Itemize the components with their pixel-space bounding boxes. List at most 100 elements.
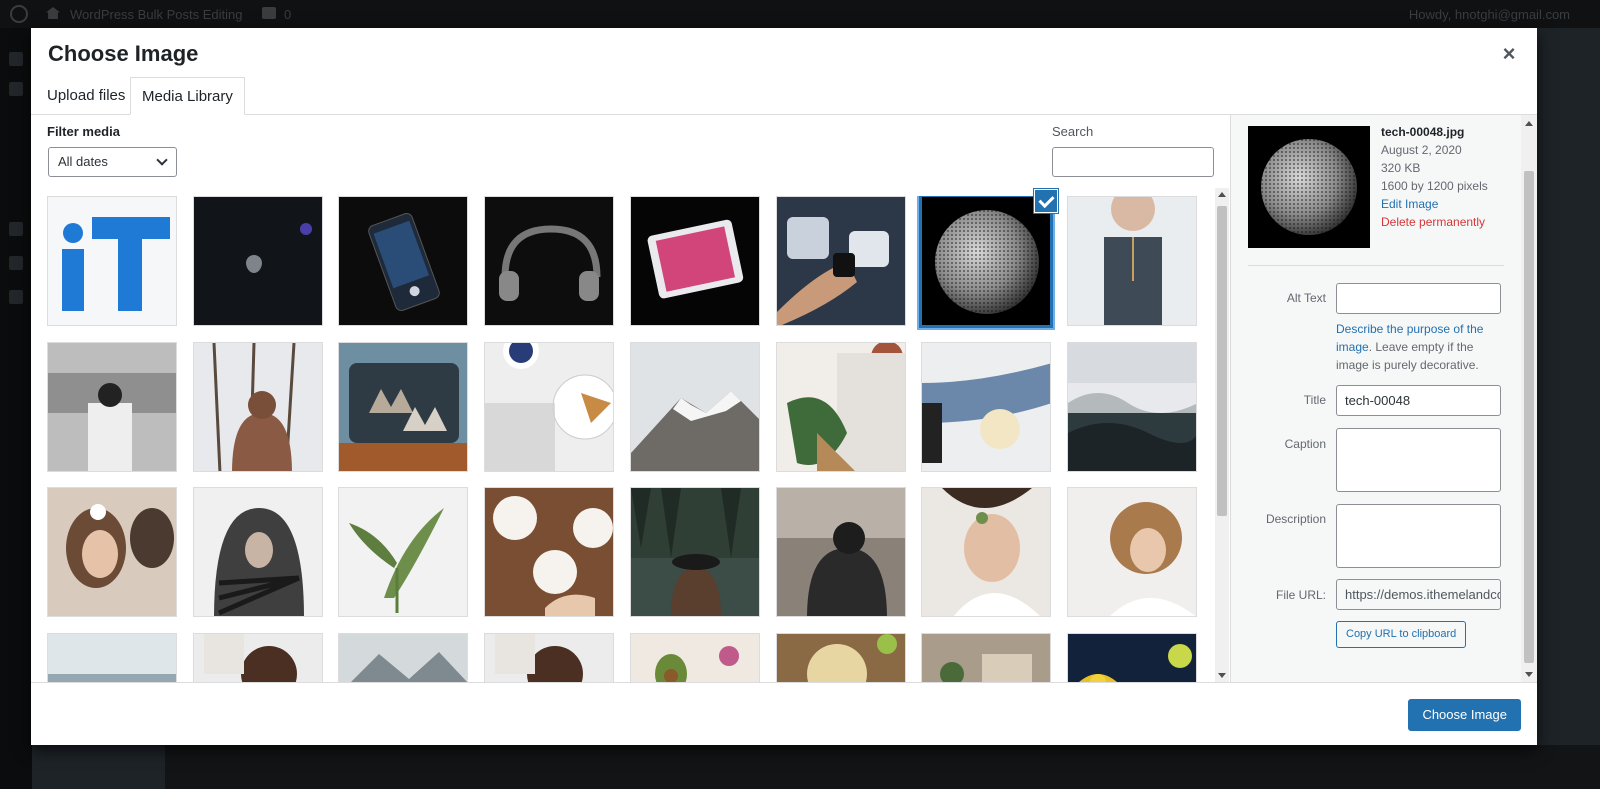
thumbnail-image [922, 488, 1050, 616]
media-thumbnail[interactable] [338, 487, 468, 617]
media-thumbnail[interactable] [630, 342, 760, 472]
close-icon[interactable]: × [1497, 42, 1521, 66]
thumbnail-image [194, 488, 322, 616]
media-modal: Choose Image × Upload files Media Librar… [31, 28, 1537, 745]
media-thumbnail[interactable] [338, 633, 468, 682]
modal-title: Choose Image [48, 41, 199, 66]
attachment-meta: tech-00048.jpg August 2, 2020 320 KB 160… [1381, 123, 1488, 231]
media-grid [47, 196, 1213, 682]
media-thumbnail[interactable] [1067, 487, 1197, 617]
alt-text-field[interactable] [1336, 283, 1501, 314]
media-thumbnail[interactable] [1067, 196, 1197, 326]
wordpress-logo-icon [10, 5, 28, 23]
admin-sidebar [0, 28, 32, 789]
date-filter-value: All dates [58, 154, 108, 169]
media-thumbnail[interactable] [484, 196, 614, 326]
home-icon [46, 7, 60, 19]
media-thumbnail[interactable] [193, 633, 323, 682]
tools-icon [9, 222, 23, 236]
tab-media-library[interactable]: Media Library [130, 77, 245, 115]
attachment-details: tech-00048.jpg August 2, 2020 320 KB 160… [1230, 115, 1537, 682]
media-thumbnail[interactable] [193, 487, 323, 617]
media-thumbnail[interactable] [776, 342, 906, 472]
media-thumbnail[interactable] [921, 487, 1051, 617]
media-thumbnail[interactable] [484, 487, 614, 617]
thumbnail-image [922, 343, 1050, 471]
edit-image-link[interactable]: Edit Image [1381, 195, 1488, 213]
media-thumbnail[interactable] [919, 196, 1053, 328]
media-thumbnail[interactable] [1067, 342, 1197, 472]
attachment-size: 320 KB [1381, 161, 1421, 175]
scrollbar-thumb[interactable] [1217, 206, 1227, 516]
thumbnail-image [485, 634, 613, 682]
thumbnail-image [48, 634, 176, 682]
copy-url-button[interactable]: Copy URL to clipboard [1336, 621, 1467, 648]
alt-text-label: Alt Text [1286, 291, 1326, 305]
choose-image-button[interactable]: Choose Image [1408, 699, 1521, 731]
media-thumbnail[interactable] [1067, 633, 1197, 682]
attachment-dimensions: 1600 by 1200 pixels [1381, 179, 1488, 193]
thumbnail-image [339, 634, 467, 682]
media-thumbnail[interactable] [630, 633, 760, 682]
date-filter-select[interactable]: All dates [48, 147, 177, 177]
pages-icon [9, 256, 23, 270]
media-thumbnail[interactable] [484, 633, 614, 682]
media-thumbnail[interactable] [47, 487, 177, 617]
media-thumbnail[interactable] [921, 342, 1051, 472]
media-thumbnail[interactable] [193, 196, 323, 326]
thumbnail-image [777, 197, 905, 325]
media-thumbnail[interactable] [776, 487, 906, 617]
media-thumbnail[interactable] [630, 487, 760, 617]
comments-count: 0 [284, 7, 292, 22]
attachment-filename: tech-00048.jpg [1381, 125, 1465, 139]
thumbnail-image [777, 488, 905, 616]
thumbnail-image [1068, 488, 1196, 616]
search-input[interactable] [1052, 147, 1214, 177]
comments-icon [262, 7, 276, 19]
details-scrollbar[interactable] [1521, 115, 1537, 682]
caption-field[interactable] [1336, 428, 1501, 492]
thumbnail-image [922, 634, 1050, 682]
scroll-down-icon[interactable] [1525, 672, 1533, 677]
media-thumbnail[interactable] [776, 633, 906, 682]
scroll-down-icon[interactable] [1218, 673, 1226, 678]
media-thumbnail[interactable] [630, 196, 760, 326]
thumbnail-image [485, 488, 613, 616]
media-thumbnail[interactable] [338, 196, 468, 326]
media-thumbnail[interactable] [338, 342, 468, 472]
media-thumbnail[interactable] [47, 196, 177, 326]
sphere-image [1248, 126, 1370, 248]
attachment-date: August 2, 2020 [1381, 143, 1462, 157]
title-label: Title [1303, 393, 1326, 407]
scroll-up-icon[interactable] [1525, 121, 1533, 126]
media-thumbnail[interactable] [193, 342, 323, 472]
media-thumbnail[interactable] [47, 342, 177, 472]
title-field[interactable]: tech-00048 [1336, 385, 1501, 416]
thumbnail-image [1068, 197, 1196, 325]
file-url-field[interactable]: https://demos.ithemelandco.com/ [1336, 579, 1501, 610]
delete-permanently-link[interactable]: Delete permanently [1381, 213, 1488, 231]
thumbnail-image [777, 343, 905, 471]
media-thumbnail[interactable] [484, 342, 614, 472]
admin-content-background [165, 745, 1600, 789]
admin-bar: WordPress Bulk Posts Editing 0 Howdy, hn… [0, 0, 1600, 28]
media-thumbnail[interactable] [47, 633, 177, 682]
thumbnail-image [339, 488, 467, 616]
selected-checkmark-icon[interactable] [1034, 189, 1058, 213]
caption-label: Caption [1284, 437, 1326, 451]
media-thumbnail[interactable] [776, 196, 906, 326]
media-thumbnail[interactable] [921, 633, 1051, 682]
scrollbar-thumb[interactable] [1524, 171, 1534, 663]
thumbnail-image [922, 197, 1050, 325]
thumbnail-image [631, 343, 759, 471]
tab-upload-files[interactable]: Upload files [36, 77, 136, 115]
scroll-up-icon[interactable] [1218, 192, 1226, 197]
description-field[interactable] [1336, 504, 1501, 568]
search-label: Search [1052, 124, 1094, 139]
thumbnail-image [1068, 343, 1196, 471]
alt-text-help: Describe the purpose of the image. Leave… [1336, 320, 1504, 374]
media-grid-scrollbar[interactable] [1215, 188, 1229, 682]
thumbnail-image [631, 197, 759, 325]
thumbnail-image [485, 197, 613, 325]
thumbnail-image [194, 634, 322, 682]
